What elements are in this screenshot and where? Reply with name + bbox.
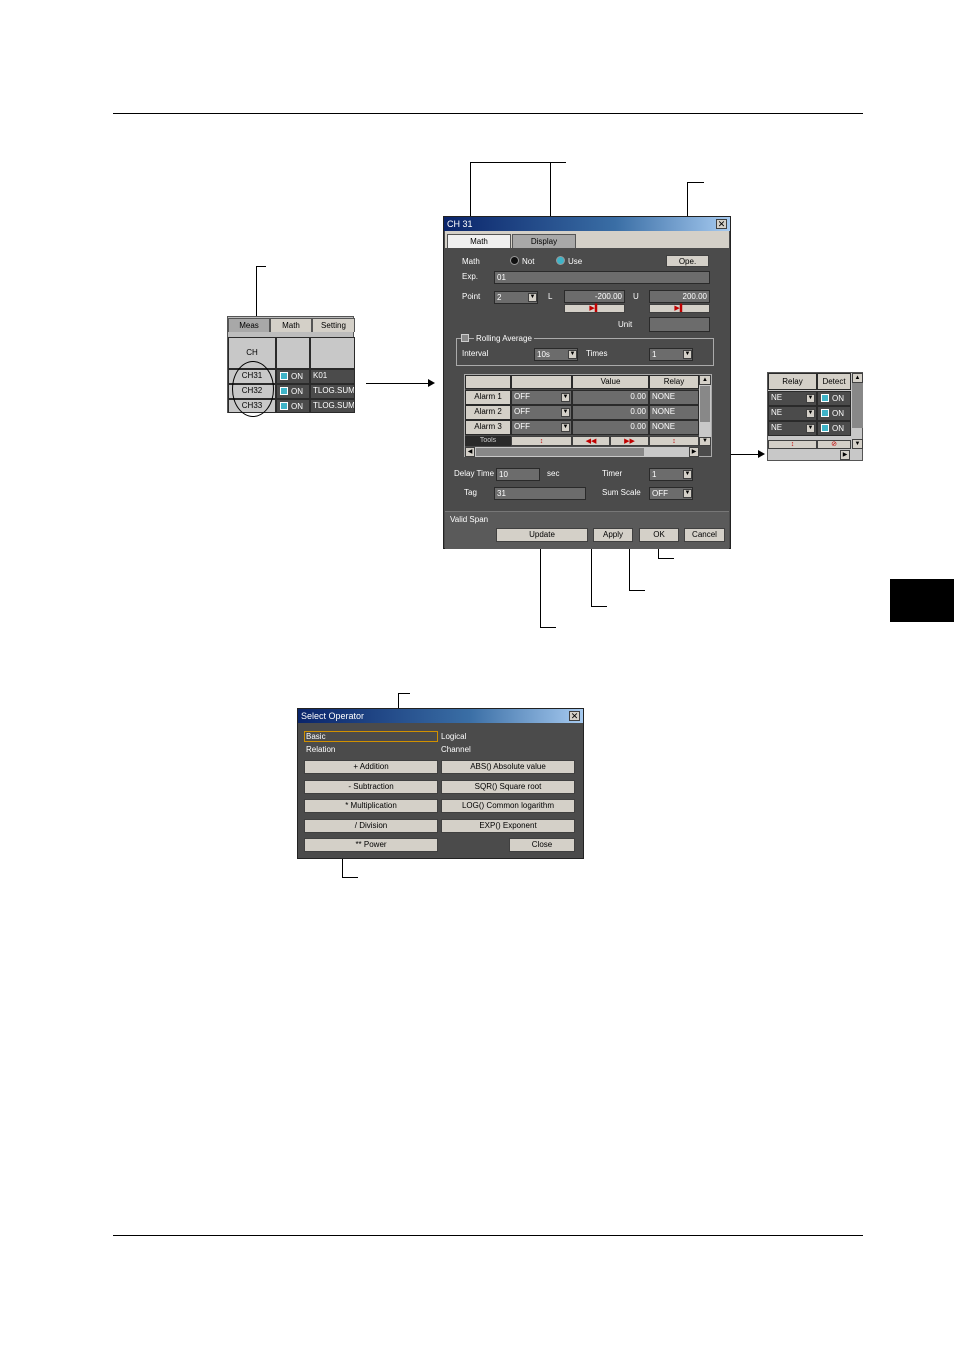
row-expr: TLOG.SUM [310, 399, 355, 413]
cancel-button[interactable]: Cancel [684, 528, 725, 542]
alarm-relay[interactable]: NONE [649, 420, 699, 435]
shift-right-button[interactable]: ▶▶ [610, 436, 649, 446]
category-relation[interactable]: Relation [306, 745, 335, 754]
chevron-down-icon[interactable]: ▼ [568, 350, 577, 359]
span-upper-input[interactable]: 200.00 [649, 290, 710, 303]
chevron-down-icon[interactable]: ▼ [528, 293, 537, 302]
point-label: Point [462, 292, 481, 301]
close-icon[interactable]: ✕ [569, 711, 580, 721]
dialog-titlebar: Select Operator [298, 709, 583, 723]
alarm-value[interactable]: 0.00 [572, 420, 649, 435]
dialog-titlebar: CH 31 [444, 217, 730, 231]
alarm-value[interactable]: 0.00 [572, 405, 649, 420]
sqr-button[interactable]: SQR() Square root [441, 780, 575, 794]
row-expr: K01 [310, 369, 355, 384]
on-indicator-icon [280, 372, 288, 380]
on-indicator-icon [280, 387, 288, 395]
rolling-checkbox-icon[interactable] [461, 334, 469, 342]
chevron-down-icon[interactable]: ▼ [561, 408, 570, 417]
division-button[interactable]: / Division [304, 819, 438, 833]
scroll-up-icon[interactable]: ▲ [699, 375, 711, 385]
channel-highlight-circle [232, 361, 274, 417]
alarm-relay[interactable]: NONE [649, 390, 699, 405]
chevron-down-icon[interactable]: ▼ [683, 470, 692, 479]
addition-button[interactable]: + Addition [304, 760, 438, 774]
scroll-right-icon[interactable]: ▶ [840, 450, 850, 460]
row-on[interactable]: ON [276, 399, 310, 413]
update-button[interactable]: Update [496, 528, 588, 542]
on-indicator-icon [821, 424, 829, 432]
row-on[interactable]: ON [276, 384, 310, 399]
on-indicator-icon [280, 402, 288, 410]
radio-use-icon[interactable] [556, 256, 565, 265]
delay-time-input[interactable]: 10 [496, 468, 540, 481]
copy-down-button[interactable]: ↕ [511, 436, 572, 446]
valid-span-label: Valid Span [450, 515, 489, 524]
detect-cell[interactable]: ON [817, 421, 851, 436]
chevron-down-icon[interactable]: ▼ [561, 393, 570, 402]
chevron-down-icon[interactable]: ▼ [806, 424, 815, 433]
exp-input[interactable]: 01 [494, 271, 710, 284]
category-channel[interactable]: Channel [441, 745, 471, 754]
bottom-rule [113, 1235, 863, 1236]
upper-arrow-button[interactable]: ▶▌ [649, 304, 710, 313]
subtraction-button[interactable]: - Subtraction [304, 780, 438, 794]
unit-input[interactable] [649, 317, 710, 332]
shift-left-button[interactable]: ◀◀ [572, 436, 610, 446]
row-expr: TLOG.SUM [310, 384, 355, 399]
power-button[interactable]: ** Power [304, 838, 438, 852]
row-on[interactable]: ON [276, 369, 310, 384]
scroll-down-icon[interactable]: ▼ [852, 439, 863, 449]
log-button[interactable]: LOG() Common logarithm [441, 799, 575, 813]
tab-display[interactable]: Display [512, 234, 576, 248]
tab-math[interactable]: Math [447, 234, 511, 248]
chevron-down-icon[interactable]: ▼ [683, 350, 692, 359]
top-rule [113, 113, 863, 114]
ope-button[interactable]: Ope. [666, 255, 709, 267]
tag-input[interactable]: 31 [494, 487, 586, 500]
scroll-up-icon[interactable]: ▲ [852, 373, 863, 383]
category-logical[interactable]: Logical [441, 732, 466, 741]
alarm-relay[interactable]: NONE [649, 405, 699, 420]
exp-button[interactable]: EXP() Exponent [441, 819, 575, 833]
chevron-down-icon[interactable]: ▼ [806, 409, 815, 418]
tab-meas[interactable]: Meas [228, 318, 270, 332]
ch-setting-dialog: CH 31 ✕ Math Display Math Not Use Ope. E… [443, 216, 731, 549]
math-label: Math [462, 257, 480, 266]
radio-not-icon[interactable] [510, 256, 519, 265]
close-button[interactable]: Close [509, 838, 575, 852]
lower-arrow-button[interactable]: ▶▌ [564, 304, 625, 313]
on-indicator-icon [821, 394, 829, 402]
apply-button[interactable]: Apply [593, 528, 633, 542]
span-lower-input[interactable]: -200.00 [564, 290, 625, 303]
detect-clear-button[interactable]: ⊘ [817, 440, 851, 449]
chevron-down-icon[interactable]: ▼ [683, 489, 692, 498]
abs-button[interactable]: ABS() Absolute value [441, 760, 575, 774]
select-operator-dialog: Select Operator ✕ Basic Logical Relation… [297, 708, 584, 859]
relay-detect-panel: Relay Detect ▲ NE ▼ ON NE ▼ ON NE ▼ ON ▼… [767, 372, 863, 461]
unit-label: Unit [618, 320, 633, 329]
chevron-down-icon[interactable]: ▼ [806, 394, 815, 403]
detect-cell[interactable]: ON [817, 391, 851, 406]
relay-copy-button[interactable]: ↕ [768, 440, 817, 449]
multiplication-button[interactable]: * Multiplication [304, 799, 438, 813]
alarm-value[interactable]: 0.00 [572, 390, 649, 405]
scroll-down-icon[interactable]: ▼ [699, 437, 711, 446]
exp-label: Exp. [462, 272, 479, 281]
chevron-down-icon[interactable]: ▼ [561, 423, 570, 432]
tab-setting[interactable]: Setting [312, 318, 355, 332]
scroll-left-icon[interactable]: ◀ [465, 447, 475, 457]
relay-copy-button[interactable]: ↕ [649, 436, 699, 446]
alarm-name: Alarm 3 [465, 420, 511, 435]
detect-cell[interactable]: ON [817, 406, 851, 421]
ok-button[interactable]: OK [639, 528, 679, 542]
chapter-index-tab [890, 579, 954, 622]
scroll-right-icon[interactable]: ▶ [689, 447, 699, 457]
alarm-name: Alarm 2 [465, 405, 511, 420]
on-indicator-icon [821, 409, 829, 417]
tab-math[interactable]: Math [270, 318, 312, 332]
alarm-name: Alarm 1 [465, 390, 511, 405]
tools-label: Tools [465, 436, 511, 446]
close-icon[interactable]: ✕ [716, 219, 727, 229]
